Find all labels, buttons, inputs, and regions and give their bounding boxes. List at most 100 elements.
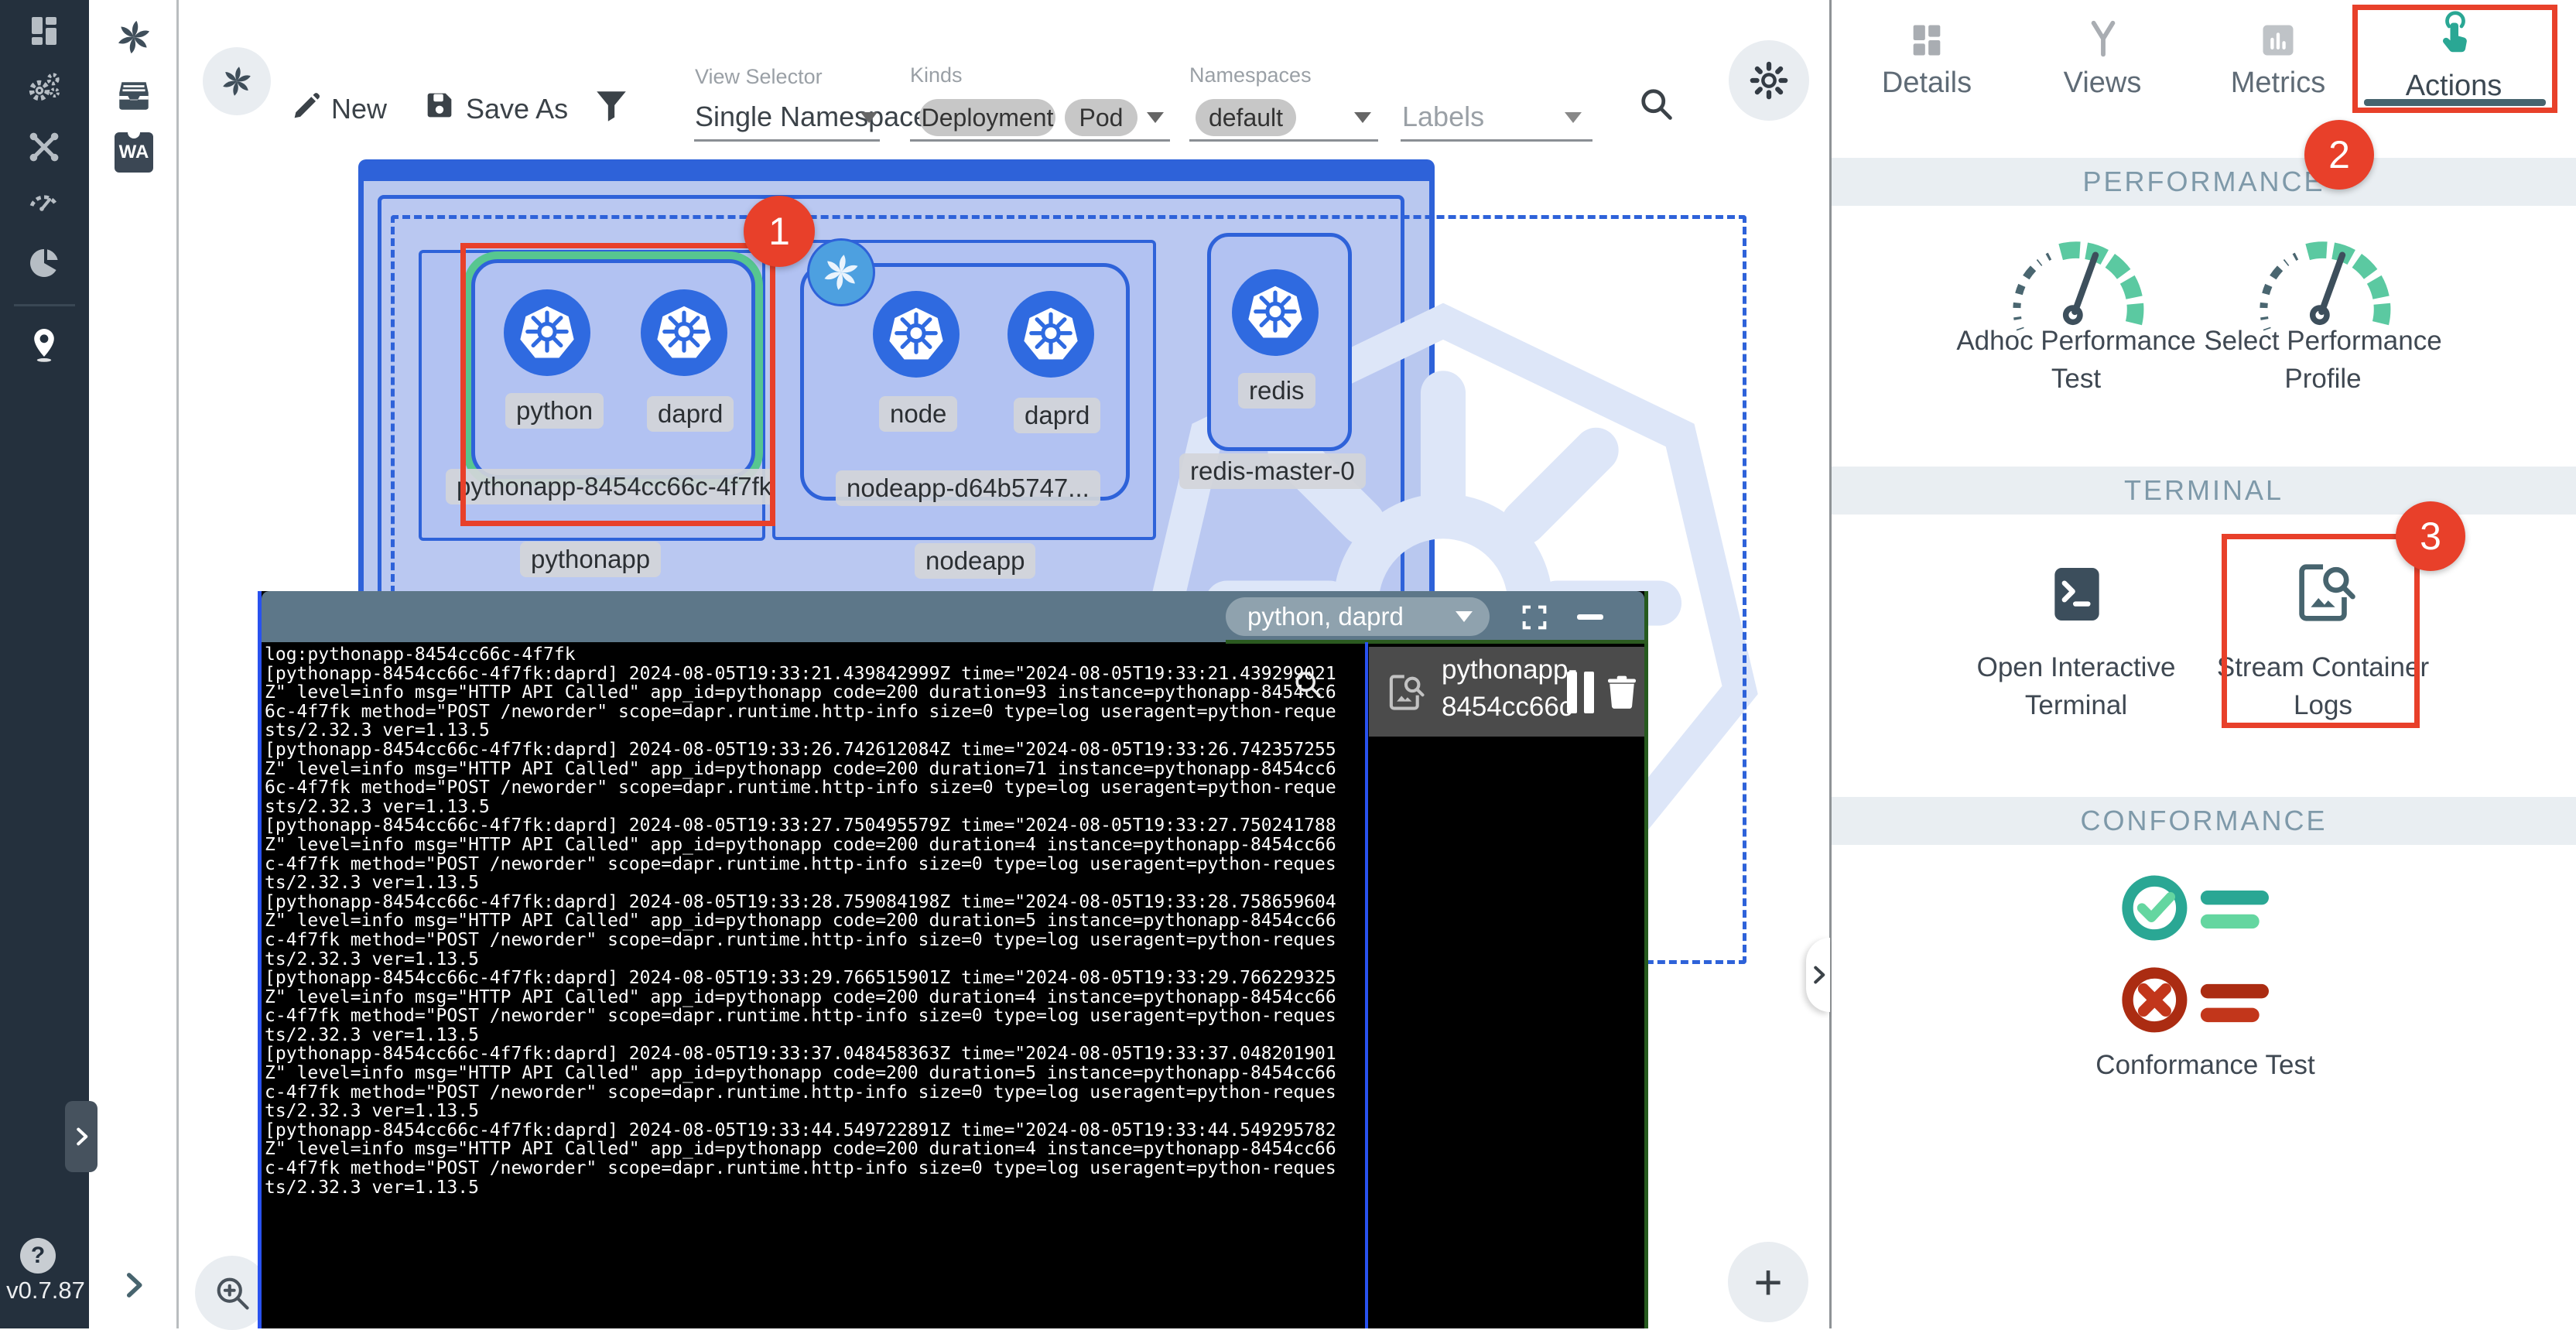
annotation-rect-1: [460, 243, 775, 526]
annotation-badge-1: 1: [744, 196, 815, 267]
container-label-redis: redis: [1238, 373, 1315, 409]
deployment-label-pythonapp: pythonapp: [520, 542, 661, 577]
sidebar-collapse-chevron[interactable]: [65, 1101, 97, 1172]
trash-icon[interactable]: [1601, 670, 1643, 715]
log-first-line: log:pythonapp-8454cc66c-4f7fk: [265, 645, 1336, 665]
view-selector-underline: [694, 139, 880, 142]
annotation-rect-2: [2352, 5, 2557, 113]
log-stream-tab[interactable]: pythonapp- 8454cc66c: [1369, 647, 1644, 737]
gauge-icon[interactable]: [2246, 229, 2400, 333]
view-selector-caret-icon[interactable]: [860, 112, 877, 123]
open-interactive-terminal-button[interactable]: Open Interactive Terminal: [1948, 648, 2204, 724]
metrics-bar-chart-icon[interactable]: [2258, 20, 2298, 60]
adhoc-performance-test-button[interactable]: Adhoc Performance Test: [1948, 322, 2204, 398]
section-header-terminal: TERMINAL: [1832, 467, 2576, 515]
pencil-icon[interactable]: [288, 89, 323, 125]
log-terminal-window: python, daprd log:pythonapp-8454cc66c-4f…: [258, 591, 1648, 1328]
container-label-node: node: [879, 396, 957, 432]
settings-gears-icon[interactable]: [26, 70, 63, 107]
help-glyph: ?: [31, 1243, 45, 1269]
save-floppy-icon[interactable]: [422, 87, 457, 123]
conformance-checklist-icon[interactable]: [2110, 863, 2301, 1048]
namespaces-caret-icon[interactable]: [1354, 112, 1371, 123]
terminal-pane-divider: [1365, 642, 1368, 1328]
kinds-underline: [910, 139, 1170, 142]
fullscreen-icon[interactable]: [1519, 602, 1550, 633]
performance-speedometer-icon[interactable]: [26, 183, 63, 220]
container-selector-dropdown[interactable]: python, daprd: [1226, 597, 1490, 636]
log-pane[interactable]: log:pythonapp-8454cc66c-4f7fk [pythonapp…: [265, 645, 1363, 1323]
panel-expand-chevron[interactable]: [1806, 938, 1830, 1012]
pinwheel-icon: [218, 63, 255, 100]
zoom-in-magnifier-icon: [212, 1273, 252, 1313]
tab-title-line1: pythonapp-: [1442, 655, 1577, 686]
dashboard-icon[interactable]: [26, 12, 63, 50]
views-branch-icon[interactable]: [2082, 17, 2124, 60]
tools-wrench-icon[interactable]: [26, 128, 63, 166]
kubernetes-container-icon[interactable]: [1007, 291, 1094, 378]
tab-metrics[interactable]: Metrics: [2208, 67, 2348, 100]
kind-chip-deployment[interactable]: Deployment: [919, 99, 1055, 136]
gauge-icon[interactable]: [1999, 229, 2154, 333]
save-as-button[interactable]: Save As: [466, 93, 568, 125]
chevron-right-icon: [1807, 963, 1830, 986]
labels-caret-icon[interactable]: [1565, 112, 1582, 123]
terminal-icon[interactable]: [2044, 559, 2110, 630]
deployment-label-nodeapp: nodeapp: [915, 543, 1035, 579]
wa-label: WA: [119, 142, 149, 163]
log-search-icon: [1383, 670, 1428, 715]
container-selector-value: python, daprd: [1247, 602, 1404, 631]
kubernetes-container-icon[interactable]: [873, 291, 960, 378]
secondary-rail: WA: [89, 0, 179, 1328]
dapr-swirl-icon[interactable]: [807, 238, 875, 306]
wasm-wa-icon[interactable]: WA: [115, 132, 153, 173]
kind-chip-pod[interactable]: Pod: [1065, 99, 1137, 136]
select-performance-profile-button[interactable]: Select Performance Profile: [2195, 322, 2451, 398]
operator-spiral-button[interactable]: [203, 47, 271, 115]
plus-icon: +: [1753, 1253, 1782, 1311]
kinds-caret-icon[interactable]: [1147, 112, 1164, 123]
section-header-performance: PERFORMANCE: [1832, 158, 2576, 206]
conformance-test-button[interactable]: Conformance Test: [2051, 1046, 2360, 1084]
add-node-fab-button[interactable]: +: [1728, 1242, 1808, 1322]
view-selector-label: View Selector: [695, 65, 823, 89]
terminal-green-edge: [1226, 640, 1648, 644]
details-grid-icon[interactable]: [1907, 20, 1947, 60]
mesh-pie-icon[interactable]: [26, 244, 63, 282]
spiral-logo-icon[interactable]: [113, 16, 155, 58]
log-entries: [pythonapp-8454cc66c-4f7fk:daprd] 2024-0…: [265, 665, 1363, 1198]
container-label-daprd: daprd: [1014, 398, 1100, 433]
namespace-chip-default[interactable]: default: [1196, 99, 1296, 136]
right-panel: Details Views Metrics Actions PERFORMANC…: [1832, 0, 2576, 1328]
view-selector-value[interactable]: Single Namespace: [695, 101, 929, 133]
minimize-icon[interactable]: [1577, 614, 1603, 620]
pause-icon[interactable]: [1567, 672, 1577, 713]
kanvas-location-pin-icon[interactable]: [26, 327, 63, 364]
pause-icon[interactable]: [1584, 672, 1594, 713]
filter-funnel-icon[interactable]: [592, 87, 631, 125]
rail-divider: [176, 0, 179, 1328]
annotation-rect-3: [2222, 534, 2420, 728]
pod-name-label: nodeapp-d64b5747...: [836, 470, 1100, 506]
kubernetes-container-icon[interactable]: [1232, 269, 1319, 356]
pod-name-label: redis-master-0: [1179, 453, 1366, 489]
settings-button[interactable]: [1729, 40, 1809, 121]
chevron-right-icon: [70, 1125, 93, 1148]
labels-underline: [1401, 139, 1592, 142]
annotation-badge-2: 2: [2304, 120, 2374, 190]
magnifier-cursor-icon: [1291, 667, 1325, 701]
panel-divider: [1829, 0, 1832, 1328]
tab-details[interactable]: Details: [1857, 67, 1996, 100]
tab-views[interactable]: Views: [2033, 67, 2172, 100]
wa-notch: [128, 131, 140, 138]
search-icon[interactable]: [1636, 84, 1676, 124]
new-button[interactable]: New: [331, 93, 387, 125]
dropdown-caret-icon: [1456, 611, 1473, 622]
help-button[interactable]: ?: [20, 1238, 56, 1274]
kinds-label: Kinds: [910, 63, 963, 87]
pinwheel-icon: [819, 250, 864, 295]
inbox-icon[interactable]: [115, 75, 153, 117]
labels-filter-input[interactable]: Labels: [1402, 101, 1484, 133]
rail-expand-chevron[interactable]: [117, 1269, 149, 1301]
annotation-badge-3: 3: [2396, 501, 2465, 571]
